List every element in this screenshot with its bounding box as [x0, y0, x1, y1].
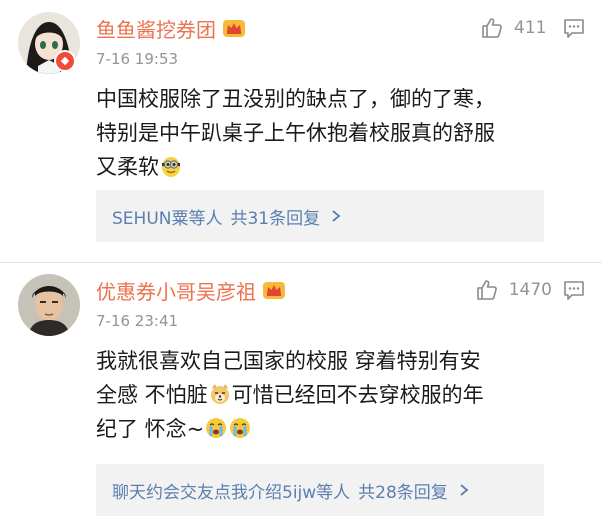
verified-badge — [54, 50, 76, 72]
like-count: 1470 — [508, 280, 552, 300]
minion-emoji-icon — [162, 157, 180, 177]
comment-card: 鱼鱼酱挖券团 7-16 19:53 411 中国校服除了丑没别的缺点了，御的了寒… — [0, 0, 602, 262]
author-name[interactable]: 优惠券小哥吴彦祖 — [96, 276, 256, 305]
comment-line: 特别是中午趴桌子上午休抱着校服真的舒服 — [96, 121, 495, 145]
like-count: 411 — [514, 18, 547, 38]
comment-text: 中国校服除了丑没别的缺点了，御的了寒， 特别是中午趴桌子上午休抱着校服真的舒服 … — [96, 82, 556, 184]
timestamp: 7-16 19:53 — [96, 50, 179, 68]
comment-line: 可惜已经回不去穿校服的年 — [231, 383, 484, 407]
timestamp: 7-16 23:41 — [96, 312, 179, 330]
reply-summary[interactable]: 聊天约会交友点我介绍5ijw 等人 共28条回复 — [96, 464, 544, 516]
comment-line: 中国校服除了丑没别的缺点了，御的了寒， — [96, 87, 495, 111]
reply-suffix: 等人 — [316, 482, 351, 503]
reply-suffix: 等人 — [188, 208, 223, 229]
comment-text: 我就很喜欢自己国家的校服 穿着特别有安 全感 不怕脏 可惜已经回不去穿校服的年 … — [96, 344, 556, 446]
doge-emoji-icon — [210, 384, 229, 404]
crown-icon — [263, 282, 285, 299]
reply-user[interactable]: SEHUN粟 — [112, 204, 188, 229]
comment-line: 纪了 怀念~ — [96, 417, 205, 441]
reply-count[interactable]: 共28条回复 — [358, 478, 448, 503]
thumb-up-icon[interactable] — [475, 278, 499, 302]
comment-line: 全感 不怕脏 — [96, 383, 208, 407]
thumb-up-icon[interactable] — [480, 16, 504, 40]
crying-emoji-icon — [230, 418, 251, 438]
comment-line: 又柔软 — [96, 155, 159, 179]
comment-icon[interactable] — [562, 278, 586, 302]
comment-line: 我就很喜欢自己国家的校服 穿着特别有安 — [96, 349, 481, 373]
avatar[interactable] — [18, 274, 80, 336]
avatar-man-icon — [18, 274, 80, 336]
chevron-right-icon — [332, 210, 341, 222]
comment-card: 优惠券小哥吴彦祖 7-16 23:41 1470 我就很喜欢自己国家的校服 穿着… — [0, 262, 602, 523]
chevron-right-icon — [460, 484, 469, 496]
reply-user[interactable]: 聊天约会交友点我介绍5ijw — [112, 478, 316, 503]
reply-count[interactable]: 共31条回复 — [230, 204, 320, 229]
crying-emoji-icon — [206, 418, 227, 438]
reply-summary[interactable]: SEHUN粟 等人 共31条回复 — [96, 190, 544, 242]
author-name[interactable]: 鱼鱼酱挖券团 — [96, 14, 216, 43]
crown-icon — [223, 20, 245, 37]
comment-icon[interactable] — [562, 16, 586, 40]
